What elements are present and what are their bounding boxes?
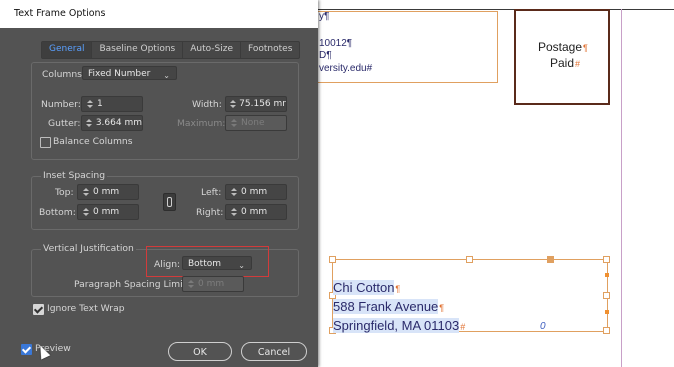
dialog-title-bar[interactable]: Text Frame Options xyxy=(0,0,318,28)
stepper-icon[interactable] xyxy=(229,206,238,218)
ok-button[interactable]: OK xyxy=(168,342,232,361)
number-value: 1 xyxy=(97,99,103,109)
gutter-value: 3.664 mm xyxy=(95,118,142,128)
inset-top-field[interactable]: 0 mm xyxy=(77,184,139,200)
postage-paid-line-2: Paid# xyxy=(550,56,581,70)
inset-top-label: Top: xyxy=(55,187,74,198)
address-line-city: Springfield, MA 01103# xyxy=(333,318,466,333)
align-select-value: Bottom xyxy=(188,259,222,269)
stepper-icon[interactable] xyxy=(81,206,90,218)
address-line-name: Chi Cotton¶ xyxy=(333,280,401,295)
postage-paid-line-1: Postage¶ xyxy=(538,40,588,54)
stepper-icon[interactable] xyxy=(81,186,90,198)
stepper-icon xyxy=(229,117,238,129)
ignore-text-wrap-checkbox[interactable] xyxy=(33,304,44,315)
frame-handle-right-lower[interactable] xyxy=(605,310,609,314)
frame-handle-top-right-marker[interactable] xyxy=(547,256,554,263)
inset-bottom-label: Bottom: xyxy=(39,207,76,218)
cancel-button[interactable]: Cancel xyxy=(241,342,307,361)
inset-left-value: 0 mm xyxy=(241,187,268,197)
frame-handle-top-left[interactable] xyxy=(329,256,336,263)
return-address-line-2: 10012¶ xyxy=(319,38,353,49)
width-value: 75.156 mr xyxy=(239,99,286,109)
inset-right-label: Right: xyxy=(196,207,224,218)
columns-label: Columns: xyxy=(42,69,86,80)
paragraph-spacing-limit-value: 0 mm xyxy=(198,279,225,289)
inset-left-label: Left: xyxy=(201,187,222,198)
number-field[interactable]: 1 xyxy=(81,96,143,112)
stepper-icon[interactable] xyxy=(229,98,236,110)
maximum-value: None xyxy=(241,118,265,128)
maximum-label: Maximum: xyxy=(177,118,226,129)
frame-handle-top-right[interactable] xyxy=(603,256,610,263)
columns-select-value: Fixed Number xyxy=(88,69,151,79)
number-label: Number: xyxy=(41,99,81,110)
width-field[interactable]: 75.156 mr xyxy=(225,96,287,112)
frame-handle-top-middle[interactable] xyxy=(466,256,473,263)
inset-bottom-value: 0 mm xyxy=(93,207,120,217)
maximum-field: None xyxy=(225,115,287,131)
tab-general[interactable]: General xyxy=(42,42,93,58)
page-right-edge xyxy=(621,9,622,367)
stepper-icon[interactable] xyxy=(229,186,238,198)
stepper-icon[interactable] xyxy=(85,98,94,110)
frame-handle-right-upper[interactable] xyxy=(605,273,609,277)
tab-auto-size[interactable]: Auto-Size xyxy=(183,42,242,58)
link-chain-icon[interactable] xyxy=(163,193,176,211)
stepper-icon[interactable] xyxy=(85,117,93,129)
align-select[interactable]: Bottom ⌄ xyxy=(182,256,252,270)
inset-top-value: 0 mm xyxy=(93,187,120,197)
paragraph-spacing-limit-label: Paragraph Spacing Limit: xyxy=(74,279,190,290)
columns-select[interactable]: Fixed Number ⌄ xyxy=(82,66,177,80)
frame-handle-bottom-right[interactable] xyxy=(603,327,610,334)
inset-spacing-label: Inset Spacing xyxy=(41,170,108,181)
inset-bottom-field[interactable]: 0 mm xyxy=(77,204,139,220)
dialog-tabs: General Baseline Options Auto-Size Footn… xyxy=(41,41,301,59)
return-address-line-4: versity.edu# xyxy=(319,63,373,74)
text-frame-options-dialog: Text Frame Options General Baseline Opti… xyxy=(0,0,318,367)
frame-handle-middle-right[interactable] xyxy=(603,292,610,299)
stepper-icon xyxy=(186,278,195,290)
align-label: Align: xyxy=(154,259,181,270)
paragraph-spacing-limit-field: 0 mm xyxy=(182,276,244,292)
width-label: Width: xyxy=(192,99,222,110)
return-address-line-1: y¶ xyxy=(319,11,330,22)
gutter-label: Gutter: xyxy=(48,118,81,129)
balance-columns-label: Balance Columns xyxy=(53,136,133,147)
balance-columns-checkbox[interactable] xyxy=(40,137,51,148)
tab-baseline-options[interactable]: Baseline Options xyxy=(92,42,184,58)
chevron-down-icon: ⌄ xyxy=(238,261,245,270)
vertical-justification-label: Vertical Justification xyxy=(41,243,136,254)
gutter-field[interactable]: 3.664 mm xyxy=(81,115,143,131)
tab-footnotes[interactable]: Footnotes xyxy=(241,42,299,58)
return-address-line-3: D¶ xyxy=(319,50,332,61)
inset-right-field[interactable]: 0 mm xyxy=(225,204,287,220)
dialog-title: Text Frame Options xyxy=(14,8,106,19)
inset-right-value: 0 mm xyxy=(241,207,268,217)
preview-checkbox[interactable] xyxy=(21,344,32,355)
chevron-down-icon: ⌄ xyxy=(163,71,170,80)
ignore-text-wrap-label: Ignore Text Wrap xyxy=(47,303,125,314)
inset-left-field[interactable]: 0 mm xyxy=(225,184,287,200)
overflow-marker: 0 xyxy=(540,321,546,332)
address-line-street: 588 Frank Avenue¶ xyxy=(333,299,445,314)
